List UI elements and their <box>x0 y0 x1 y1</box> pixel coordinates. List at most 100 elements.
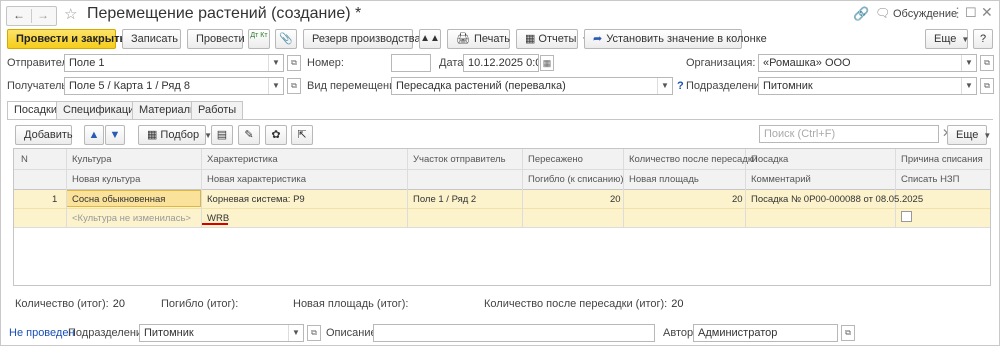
chevron-down-icon[interactable]: ▼ <box>961 78 976 94</box>
date-field[interactable]: 10.12.2025 0:00:00 <box>463 54 539 72</box>
col-header-died[interactable]: Погибло (к списанию) <box>528 174 624 185</box>
table-more-button[interactable]: Еще ▼ <box>947 125 991 145</box>
post-and-close-button[interactable]: Провести и закрыть <box>7 29 126 49</box>
cell-new-culture[interactable]: <Культура не изменилась> <box>72 213 191 224</box>
col-header-comment[interactable]: Комментарий <box>751 174 811 185</box>
description-field[interactable] <box>373 324 655 342</box>
col-header-qty-after[interactable]: Количество после пересадки <box>629 154 757 165</box>
receiver-field[interactable]: Поле 5 / Карта 1 / Ряд 8 ▼ <box>64 77 284 95</box>
maximize-icon[interactable]: ☐ <box>965 5 977 21</box>
chevron-down-icon[interactable]: ▼ <box>268 55 283 71</box>
sender-field[interactable]: Поле 1 ▼ <box>64 54 284 72</box>
reports-label: Отчеты <box>538 33 577 45</box>
search-input[interactable]: Поиск (Ctrl+F) <box>759 125 939 143</box>
chevron-down-icon[interactable]: ▼ <box>961 55 976 71</box>
col-header-culture[interactable]: Культура <box>72 154 112 165</box>
total-area: Новая площадь (итог): <box>293 298 409 310</box>
document-window: ← → ☆ Перемещение растений (создание) * … <box>0 0 1000 346</box>
chevron-down-icon[interactable]: ▼ <box>657 78 672 94</box>
open-footer-division-icon[interactable]: ⧉ <box>307 325 321 341</box>
dt-kt-button[interactable]: Дт Кт <box>248 29 270 49</box>
move-type-field[interactable]: Пересадка растений (перевалка) ▼ <box>391 77 673 95</box>
division-field[interactable]: Питомник ▼ <box>758 77 977 95</box>
open-division-icon[interactable]: ⧉ <box>980 78 994 94</box>
attach-button[interactable]: 📎 <box>275 29 297 49</box>
total-qty-after-value: 20 <box>671 298 684 310</box>
row-bottom-border <box>14 227 990 228</box>
move-up-button[interactable]: ▲ <box>84 125 104 145</box>
chevron-down-icon: ▼ <box>961 35 970 44</box>
post-button[interactable]: Провести <box>187 29 245 49</box>
arrow-up-icon: ▲ <box>88 129 100 141</box>
discussion-icon[interactable]: 🗨 <box>875 6 890 20</box>
table-settings-button[interactable]: ▤ <box>211 125 233 145</box>
tab-works[interactable]: Работы <box>191 101 244 119</box>
cell-characteristic[interactable]: Корневая система: P9 <box>207 194 305 205</box>
pick-dropdown-button[interactable]: ▦ Подбор ▼ <box>138 125 212 145</box>
structure-button[interactable]: ▲▲ <box>419 29 441 49</box>
back-arrow-icon[interactable]: ← <box>10 8 28 22</box>
cell-planting[interactable]: Посадка № 0P00-000088 от 08.05.2025 <box>751 194 923 205</box>
more-button[interactable]: Еще ▼ <box>925 29 970 49</box>
open-sender-icon[interactable]: ⧉ <box>287 55 301 71</box>
cell-sender-plot[interactable]: Поле 1 / Ряд 2 <box>413 194 476 205</box>
plant-icon: ✿ <box>271 129 281 141</box>
total-qty-after: Количество после пересадки (итог): 20 <box>484 298 684 310</box>
help-icon[interactable]: ? <box>677 80 684 92</box>
plant-button[interactable]: ✿ <box>265 125 287 145</box>
open-org-icon[interactable]: ⧉ <box>980 55 994 71</box>
barcode-button[interactable]: ✎ <box>238 125 260 145</box>
col-header-sender-plot[interactable]: Участок отправитель <box>413 154 506 165</box>
cell-qty-after[interactable]: 20 <box>732 194 743 205</box>
error-underline <box>202 223 228 225</box>
col-header-n[interactable]: N <box>21 154 28 165</box>
org-field[interactable]: «Ромашка» ООО ▼ <box>758 54 977 72</box>
number-field[interactable] <box>391 54 431 72</box>
link-icon[interactable]: 🔗 <box>853 6 869 22</box>
reserve-dropdown-button[interactable]: Резерв производства▼ <box>303 29 433 49</box>
author-field[interactable]: Администратор <box>693 324 838 342</box>
receiver-value: Поле 5 / Карта 1 / Ряд 8 <box>69 80 190 92</box>
add-button[interactable]: Добавить <box>15 125 73 145</box>
discussion-link[interactable]: Обсуждение <box>893 8 957 20</box>
barcode-icon: ✎ <box>244 129 254 141</box>
write-off-checkbox[interactable] <box>901 211 912 222</box>
printer-icon: 🖨 <box>456 33 470 45</box>
move-down-button[interactable]: ▼ <box>105 125 125 145</box>
help-button[interactable]: ? <box>973 29 993 49</box>
calendar-icon[interactable]: ▦ <box>540 55 554 71</box>
chevron-down-icon[interactable]: ▼ <box>268 78 283 94</box>
set-column-value-button[interactable]: ➦ Установить значение в колонке <box>584 29 767 49</box>
cell-n: 1 <box>52 194 58 205</box>
star-icon[interactable]: ☆ <box>64 5 77 23</box>
col-header-transplanted[interactable]: Пересажено <box>528 154 583 165</box>
resize-button[interactable]: ⇱ <box>291 125 313 145</box>
close-icon[interactable]: ✕ <box>981 4 993 21</box>
posting-status-link[interactable]: Не проведен <box>9 327 75 339</box>
cell-culture[interactable]: Сосна обыкновенная <box>72 194 165 205</box>
footer-division-field[interactable]: Питомник ▼ <box>139 324 304 342</box>
reports-dropdown-button[interactable]: ▦Отчеты▼ <box>516 29 589 49</box>
col-header-reason[interactable]: Причина списания <box>901 154 983 165</box>
print-dropdown-button[interactable]: 🖨Печать▼ <box>447 29 523 49</box>
hierarchy-icon: ▲▲ <box>420 33 440 44</box>
col-header-planting[interactable]: Посадка <box>751 154 788 165</box>
chevron-down-icon[interactable]: ▼ <box>288 325 303 341</box>
total-died: Погибло (итог): <box>161 298 239 310</box>
arrow-down-icon: ▼ <box>109 129 121 141</box>
row-divider <box>14 208 990 209</box>
open-receiver-icon[interactable]: ⧉ <box>287 78 301 94</box>
col-header-new-characteristic[interactable]: Новая характеристика <box>207 174 306 185</box>
forward-arrow-icon[interactable]: → <box>34 8 52 22</box>
more-vertical-icon[interactable]: ⋮ <box>951 5 964 21</box>
save-button[interactable]: Записать <box>122 29 181 49</box>
col-header-new-area[interactable]: Новая площадь <box>629 174 699 185</box>
cell-transplanted[interactable]: 20 <box>610 194 621 205</box>
col-header-write-off[interactable]: Списать НЗП <box>901 174 960 185</box>
sender-value: Поле 1 <box>69 57 105 69</box>
open-author-icon[interactable]: ⧉ <box>841 325 855 341</box>
col-header-characteristic[interactable]: Характеристика <box>207 154 278 165</box>
col-header-new-culture[interactable]: Новая культура <box>72 174 140 185</box>
division-value: Питомник <box>763 80 813 92</box>
report-icon: ▦ <box>525 33 536 45</box>
